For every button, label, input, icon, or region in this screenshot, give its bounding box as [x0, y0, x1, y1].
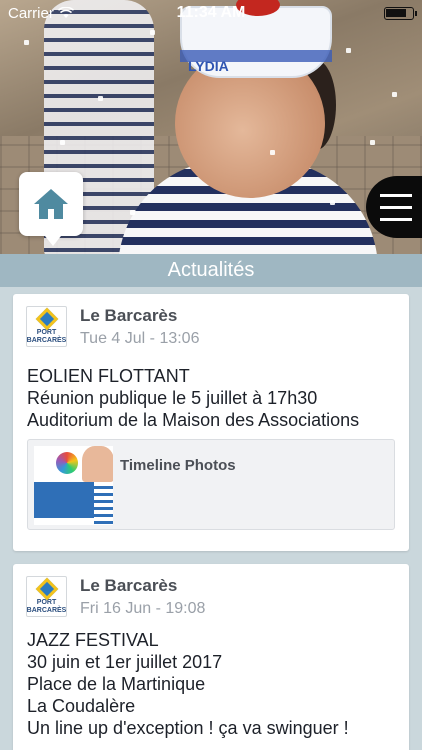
- post-text: JAZZ FESTIVAL 30 juin et 1er juillet 201…: [27, 630, 349, 738]
- wifi-icon: [57, 7, 74, 18]
- status-time: 11:34 AM: [176, 4, 246, 21]
- confetti: [24, 40, 29, 45]
- post-text: EOLIEN FLOTTANT Réunion publique le 5 ju…: [27, 366, 360, 430]
- confetti: [392, 92, 397, 97]
- post-attachment[interactable]: Timeline Photos: [27, 439, 395, 530]
- home-button[interactable]: [19, 172, 83, 246]
- confetti: [130, 210, 135, 215]
- home-icon: [34, 189, 68, 219]
- logo-text: PORT BARCARÈS: [26, 598, 67, 614]
- menu-button[interactable]: [366, 176, 422, 238]
- battery-icon: [384, 6, 417, 20]
- battery-fill: [386, 8, 406, 17]
- page-logo[interactable]: PORT BARCARÈS: [26, 306, 67, 347]
- logo-emblem-icon: [35, 307, 58, 330]
- carrier-label: Carrier: [8, 4, 54, 22]
- attachment-thumbnail: [34, 446, 113, 525]
- attachment-title: Timeline Photos: [120, 457, 236, 474]
- post-date: Tue 4 Jul - 13:06: [80, 330, 200, 347]
- section-title: Actualités: [0, 254, 422, 287]
- confetti: [346, 48, 351, 53]
- post-author[interactable]: Le Barcarès: [80, 576, 205, 596]
- post-date: Fri 16 Jun - 19:08: [80, 600, 206, 617]
- pinwheel-icon: [56, 452, 78, 474]
- app-screen: LYDIA Carrier 11:34 AM Actualités PORT B…: [0, 0, 422, 750]
- hamburger-menu-icon: [380, 193, 412, 197]
- confetti: [98, 96, 103, 101]
- logo-text: PORT BARCARÈS: [26, 328, 67, 344]
- hamburger-menu-icon-bar: [380, 205, 412, 209]
- thumbnail-stripes: [94, 482, 113, 525]
- page-logo[interactable]: PORT BARCARÈS: [26, 576, 67, 617]
- post-author[interactable]: Le Barcarès: [80, 306, 199, 326]
- thumbnail-panel: [34, 482, 94, 518]
- confetti: [330, 200, 335, 205]
- post-card[interactable]: PORT BARCARÈS Le Barcarès Fri 16 Jun - 1…: [13, 564, 409, 750]
- post-header: PORT BARCARÈS Le Barcarès Fri 16 Jun - 1…: [26, 576, 205, 619]
- post-header: PORT BARCARÈS Le Barcarès Tue 4 Jul - 13…: [26, 306, 199, 349]
- thumbnail-photo: [82, 446, 113, 482]
- hamburger-menu-icon-bar: [380, 217, 412, 221]
- post-card[interactable]: PORT BARCARÈS Le Barcarès Tue 4 Jul - 13…: [13, 294, 409, 551]
- logo-emblem-icon: [35, 577, 58, 600]
- confetti: [60, 140, 65, 145]
- news-feed[interactable]: PORT BARCARÈS Le Barcarès Tue 4 Jul - 13…: [0, 287, 422, 750]
- status-bar: Carrier 11:34 AM: [0, 0, 422, 26]
- hero-hat-text: LYDIA: [188, 58, 229, 74]
- confetti: [270, 150, 275, 155]
- confetti: [150, 30, 155, 35]
- carrier: Carrier: [8, 5, 74, 22]
- confetti: [370, 140, 375, 145]
